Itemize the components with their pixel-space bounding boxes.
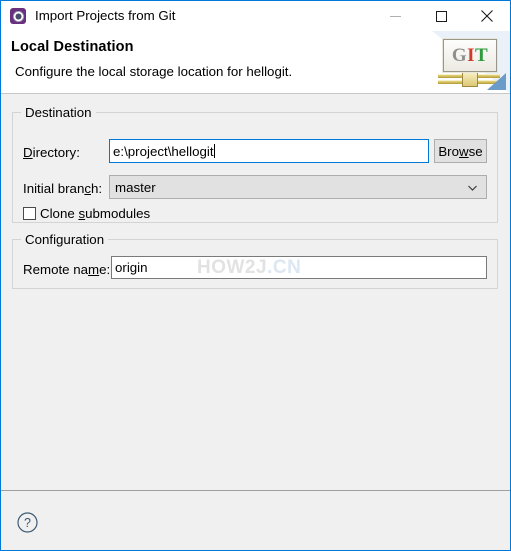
- page-description: Configure the local storage location for…: [15, 64, 293, 79]
- maximize-icon[interactable]: [418, 1, 464, 31]
- initial-branch-label: Initial branch:: [23, 181, 103, 196]
- dialog-footer: ? < Back Next > Finish Cancel: [1, 490, 510, 550]
- git-logo-letter-g: G: [451, 45, 468, 66]
- git-logo-letter-t: T: [475, 45, 489, 66]
- clone-submodules-checkbox[interactable]: [23, 207, 36, 220]
- git-import-icon: [10, 8, 26, 24]
- clone-submodules-checkbox-row[interactable]: Clone submodules: [23, 206, 150, 221]
- help-icon[interactable]: ?: [17, 512, 38, 533]
- initial-branch-combobox[interactable]: master: [109, 175, 487, 199]
- window-controls: [372, 1, 510, 31]
- page-title: Local Destination: [11, 39, 134, 55]
- remote-name-value: origin: [115, 260, 148, 275]
- directory-label: Directory:: [23, 145, 80, 160]
- initial-branch-value: master: [115, 179, 156, 195]
- window-title: Import Projects from Git: [35, 8, 176, 24]
- git-logo-letter-i: I: [467, 45, 475, 66]
- git-banner-icon: GIT: [432, 31, 510, 93]
- chevron-down-icon: [467, 182, 478, 193]
- directory-input-value: e:\project\hellogit: [113, 143, 214, 159]
- remote-name-input[interactable]: origin: [111, 256, 487, 279]
- text-caret: [213, 144, 215, 158]
- dialog-body: Destination Directory: e:\project\hellog…: [1, 95, 510, 490]
- title-bar: Import Projects from Git: [1, 1, 510, 31]
- directory-input[interactable]: e:\project\hellogit: [109, 139, 429, 163]
- wizard-header: Local Destination Configure the local st…: [1, 31, 510, 94]
- remote-name-label: Remote name:: [23, 262, 111, 277]
- configuration-group-legend: Configuration: [21, 232, 109, 247]
- minimize-icon[interactable]: [372, 1, 418, 31]
- browse-button[interactable]: Bro w se: [434, 139, 487, 163]
- destination-group-legend: Destination: [21, 105, 96, 120]
- close-icon[interactable]: [464, 1, 510, 31]
- svg-text:?: ?: [24, 516, 31, 530]
- import-projects-from-git-dialog: Import Projects from Git Local Destinati…: [0, 0, 511, 551]
- clone-submodules-label: Clone submodules: [40, 206, 151, 221]
